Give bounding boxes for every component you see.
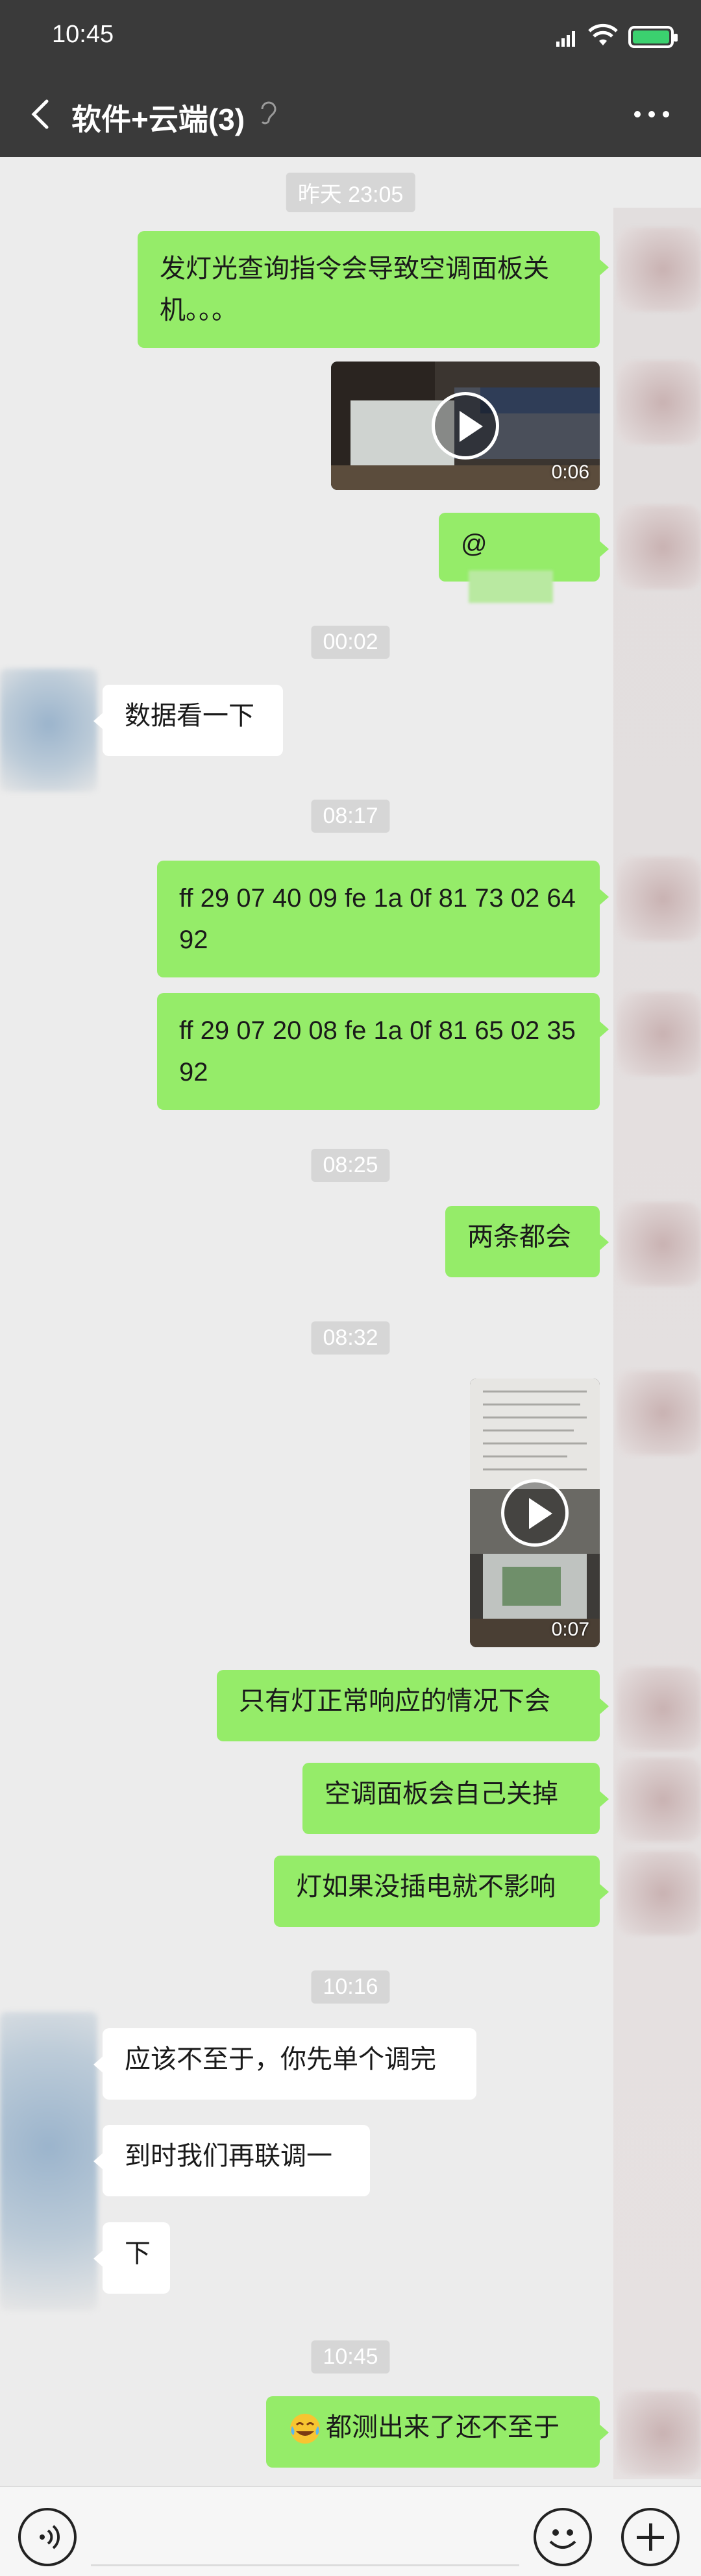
message-text: 都测出来了还不至于 xyxy=(326,2413,560,2442)
more-icon[interactable] xyxy=(626,95,678,134)
timestamp: 08:25 xyxy=(311,1149,390,1182)
message-bubble[interactable]: @ xyxy=(439,513,609,604)
mention-symbol: @ xyxy=(461,530,487,558)
avatar[interactable] xyxy=(617,227,701,312)
message-bubble[interactable]: 只有灯正常响应的情况下会 xyxy=(217,1670,609,1741)
video-message[interactable]: 0:07 xyxy=(470,1379,600,1647)
message-bubble[interactable]: 应该不至于，你先单个调完 xyxy=(93,2028,476,2100)
message-input[interactable] xyxy=(91,2514,519,2566)
avatar[interactable] xyxy=(617,857,701,941)
message-bubble[interactable]: 空调面板会自己关掉 xyxy=(302,1763,609,1834)
message-bubble[interactable]: 发灯光查询指令会导致空调面板关机。。。 xyxy=(138,231,609,348)
chat-header: 软件+云端(3) xyxy=(0,71,701,157)
plus-icon[interactable] xyxy=(621,2508,680,2566)
input-bar xyxy=(0,2486,701,2576)
avatar[interactable] xyxy=(617,505,701,589)
timestamp: 10:16 xyxy=(311,1970,390,2004)
avatar[interactable] xyxy=(0,2012,97,2311)
timestamp: 00:02 xyxy=(311,626,390,659)
timestamp: 08:17 xyxy=(311,800,390,833)
message-bubble[interactable]: ff 29 07 40 09 fe 1a 0f 81 73 02 64 92 xyxy=(157,861,609,977)
laughing-crying-emoji-icon xyxy=(290,2414,320,2444)
message-bubble[interactable]: 两条都会 xyxy=(445,1206,609,1277)
chat-title[interactable]: 软件+云端(3) xyxy=(71,96,245,139)
timestamp: 10:45 xyxy=(311,2340,390,2374)
message-bubble[interactable]: 都测出来了还不至于 xyxy=(266,2396,609,2468)
message-bubble[interactable]: 下 xyxy=(93,2222,170,2294)
status-time: 10:45 xyxy=(52,21,114,48)
avatar[interactable] xyxy=(617,1667,701,1751)
avatar[interactable] xyxy=(617,1851,701,1935)
avatar[interactable] xyxy=(617,2391,701,2475)
wifi-icon xyxy=(588,23,618,45)
status-bar: 10:45 xyxy=(0,0,701,71)
avatar[interactable] xyxy=(617,1371,701,1455)
voice-waves-icon xyxy=(40,2525,60,2549)
video-message[interactable]: 0:06 xyxy=(331,362,600,490)
message-bubble[interactable]: 数据看一下 xyxy=(93,685,283,756)
message-bubble[interactable]: 灯如果没插电就不影响 xyxy=(274,1856,609,1927)
signal-icon xyxy=(556,31,575,47)
avatar[interactable] xyxy=(617,1202,701,1286)
avatar[interactable] xyxy=(617,992,701,1076)
timestamp: 昨天 23:05 xyxy=(286,173,415,212)
play-icon[interactable] xyxy=(501,1479,569,1547)
mention-name xyxy=(469,570,553,604)
avatar[interactable] xyxy=(617,1758,701,1842)
battery-icon xyxy=(628,26,678,48)
voice-icon[interactable] xyxy=(18,2508,77,2566)
avatar[interactable] xyxy=(617,360,701,445)
smiley-face-icon xyxy=(549,2529,576,2549)
message-bubble[interactable]: ff 29 07 20 08 fe 1a 0f 81 65 02 35 92 xyxy=(157,993,609,1110)
chevron-left-icon[interactable] xyxy=(21,93,62,135)
video-duration: 0:06 xyxy=(551,461,589,483)
avatar[interactable] xyxy=(0,669,97,792)
ear-icon xyxy=(261,101,277,125)
timestamp: 08:32 xyxy=(311,1321,390,1355)
play-icon[interactable] xyxy=(432,392,499,460)
emoji-icon[interactable] xyxy=(534,2508,592,2566)
video-duration: 0:07 xyxy=(551,1619,589,1640)
message-bubble[interactable]: 到时我们再联调一 xyxy=(93,2125,370,2196)
